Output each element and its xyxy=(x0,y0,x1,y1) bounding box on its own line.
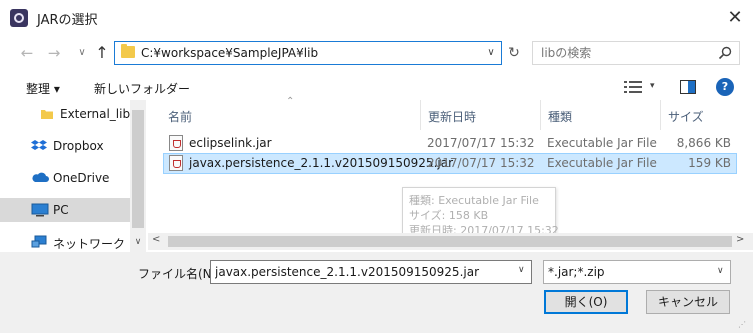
resize-grip[interactable]: ⋰ xyxy=(738,320,746,329)
sidebar-item-network[interactable]: ネットワーク xyxy=(0,230,130,252)
file-type-dropdown-button[interactable]: ∨ xyxy=(717,266,724,276)
file-name: javax.persistence_2.1.1.v201509150925.ja… xyxy=(189,156,454,170)
column-divider[interactable] xyxy=(660,100,661,130)
file-type-filter[interactable]: *.jar;*.zip ∨ xyxy=(543,260,731,284)
column-header-modified[interactable]: 更新日時 xyxy=(428,108,476,125)
organize-button[interactable]: 整理 ▾ xyxy=(26,80,60,97)
search-input[interactable] xyxy=(533,42,713,64)
file-row-selected[interactable]: javax.persistence_2.1.1.v201509150925.ja… xyxy=(163,153,737,174)
filename-label: ファイル名(N): xyxy=(138,267,221,281)
file-type-filter-value: *.jar;*.zip xyxy=(548,265,605,279)
new-folder-button[interactable]: 新しいフォルダー xyxy=(94,80,190,97)
column-header-type[interactable]: 種類 xyxy=(548,108,572,125)
computer-icon xyxy=(31,203,49,217)
view-options-dropdown[interactable]: ▾ xyxy=(650,81,655,91)
navigation-pane: External_lib Dropbox OneDrive PC ネットワーク xyxy=(0,100,146,252)
file-list-scrollbar-thumb[interactable] xyxy=(168,236,732,247)
sidebar-item-label: ネットワーク xyxy=(53,237,126,251)
window-title: JARの選択 xyxy=(37,13,98,28)
sidebar-item-label: Dropbox xyxy=(53,139,104,153)
sidebar-scroll-down-button[interactable]: ∨ xyxy=(131,235,145,249)
file-modified: 2017/07/17 15:32 xyxy=(427,136,535,150)
tooltip-type: 種類: Executable Jar File xyxy=(409,194,539,207)
sidebar-item-label: External_lib xyxy=(60,107,131,121)
folder-icon xyxy=(121,44,135,58)
dropbox-icon xyxy=(31,140,47,150)
filename-input[interactable] xyxy=(211,261,511,283)
column-divider[interactable] xyxy=(420,100,421,130)
sidebar-scrollbar-thumb[interactable] xyxy=(132,110,144,228)
toolbar: 整理 ▾ 新しいフォルダー ▾ ? xyxy=(0,72,753,102)
sidebar-item-label: PC xyxy=(53,203,69,217)
filename-combobox[interactable]: ∨ xyxy=(210,260,532,284)
search-icon[interactable] xyxy=(717,45,733,61)
sidebar-item-label: OneDrive xyxy=(53,171,110,185)
open-button[interactable]: 開く(O) xyxy=(544,290,628,314)
cancel-button[interactable]: キャンセル xyxy=(646,290,730,314)
recent-locations-dropdown[interactable]: ∨ xyxy=(72,43,92,63)
file-type: Executable Jar File xyxy=(547,136,657,150)
file-row[interactable]: eclipselink.jar 2017/07/17 15:32 Executa… xyxy=(163,133,737,154)
file-name: eclipselink.jar xyxy=(189,136,272,150)
help-icon[interactable]: ? xyxy=(716,78,734,96)
cloud-icon xyxy=(32,172,49,182)
file-tooltip: 種類: Executable Jar File サイズ: 158 KB 更新日時… xyxy=(402,187,559,239)
preview-pane-icon[interactable] xyxy=(680,80,696,94)
column-divider[interactable] xyxy=(540,100,541,130)
sidebar-item-pc[interactable]: PC xyxy=(0,198,130,222)
up-folder-button[interactable]: ↑ xyxy=(92,43,112,63)
scroll-left-button[interactable]: < xyxy=(152,234,160,245)
search-box[interactable] xyxy=(532,41,740,65)
forward-button[interactable]: → xyxy=(44,43,64,63)
address-bar[interactable]: C:¥workspace¥SampleJPA¥lib ∨ xyxy=(114,41,502,65)
back-button[interactable]: ← xyxy=(17,43,37,63)
column-header-name[interactable]: 名前 xyxy=(168,108,192,125)
folder-icon xyxy=(41,110,53,119)
sidebar-item-onedrive[interactable]: OneDrive xyxy=(0,166,130,190)
tooltip-size: サイズ: 158 KB xyxy=(409,209,489,222)
close-button[interactable]: ✕ xyxy=(722,5,748,31)
app-icon xyxy=(10,9,28,27)
file-size: 8,866 KB xyxy=(676,136,731,150)
file-type: Executable Jar File xyxy=(547,156,657,170)
sidebar-item-external-lib[interactable]: External_lib xyxy=(0,102,130,126)
jar-file-icon xyxy=(169,155,183,171)
filename-dropdown-button[interactable]: ∨ xyxy=(518,265,525,275)
file-modified: 2017/07/17 15:32 xyxy=(427,156,535,170)
jar-file-icon xyxy=(169,135,183,151)
view-details-icon[interactable] xyxy=(624,80,642,94)
column-header-size[interactable]: サイズ xyxy=(668,108,704,125)
title-bar: JARの選択 ✕ xyxy=(0,0,753,36)
refresh-button[interactable]: ↻ xyxy=(503,41,525,65)
scroll-right-button[interactable]: > xyxy=(736,234,744,245)
address-dropdown-button[interactable]: ∨ xyxy=(484,45,498,61)
network-icon xyxy=(31,235,47,248)
sort-ascending-icon: ⌃ xyxy=(286,96,295,107)
address-path: C:¥workspace¥SampleJPA¥lib xyxy=(141,46,319,60)
file-size: 159 KB xyxy=(688,156,731,170)
sidebar-item-dropbox[interactable]: Dropbox xyxy=(0,134,130,158)
